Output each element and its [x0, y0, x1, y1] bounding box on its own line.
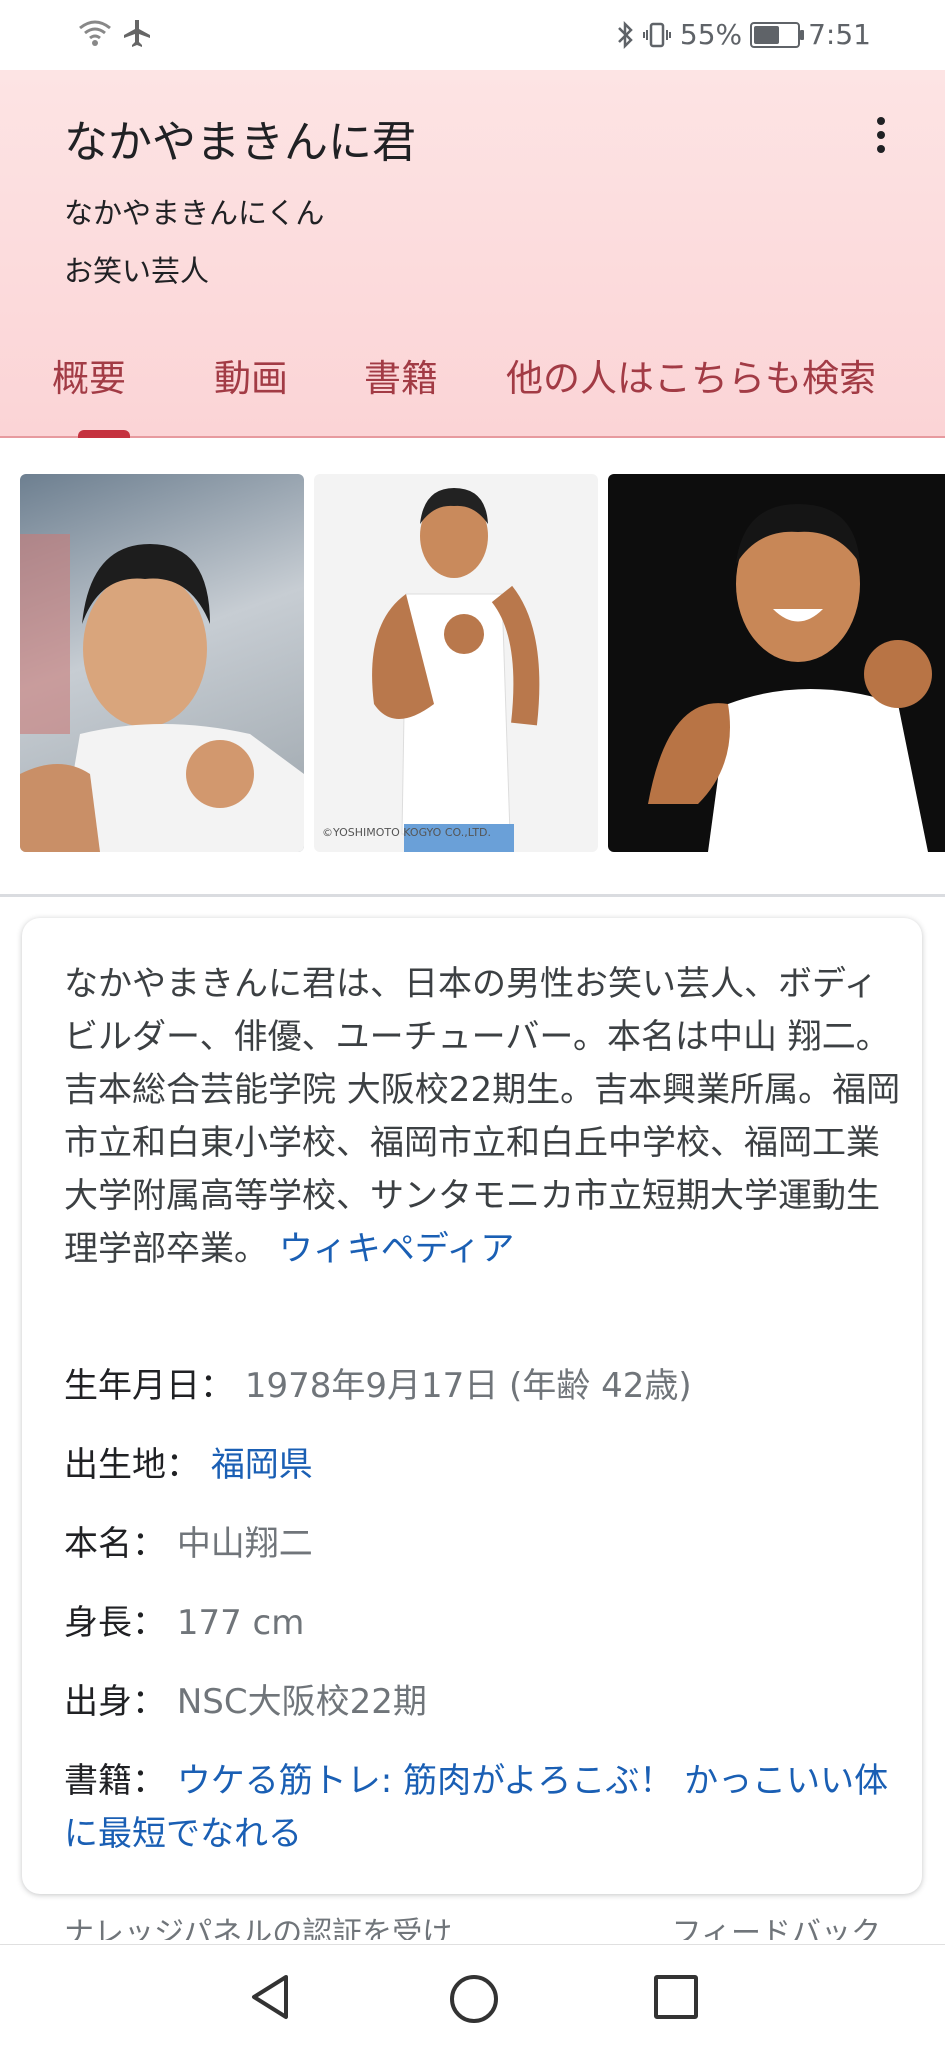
photo-watermark: ©YOSHIMOTO KOGYO CO.,LTD. — [322, 826, 491, 839]
fact-key: 書籍 — [64, 1761, 132, 1801]
status-right: 55% 7:51 — [616, 18, 871, 51]
fact-key: 出身 — [64, 1682, 132, 1722]
photo-3-image — [648, 504, 932, 852]
claim-panel-link[interactable]: ナレッジパネルの認証を受け — [64, 1908, 452, 1940]
tab-overview[interactable]: 概要 — [52, 332, 164, 438]
fact-key: 本名 — [64, 1524, 132, 1564]
fact-separator: ： — [166, 1445, 200, 1485]
clock: 7:51 — [808, 18, 871, 51]
tab-bar: 概要 動画 書籍 他の人はこちらも検索 — [0, 332, 945, 438]
status-bar: 55% 7:51 — [0, 0, 945, 70]
tab-label: 概要 — [52, 357, 126, 400]
fact-separator: ： — [132, 1682, 166, 1722]
fact-value: 1978年9月17日 (年齢 42歳) — [244, 1366, 692, 1406]
system-nav-bar — [0, 1944, 945, 2049]
vibrate-icon — [642, 22, 671, 47]
fact-value-link[interactable]: ウケる筋トレ: 筋肉がよろこぶ！ かっこいい体に最短でなれる — [64, 1761, 888, 1854]
photo-3[interactable] — [608, 474, 945, 852]
battery-icon — [750, 21, 805, 48]
fact-value: 177 cm — [176, 1603, 305, 1643]
fact-separator: ： — [132, 1761, 166, 1801]
fact-height: 身長： 177 cm — [64, 1597, 904, 1650]
description-text: なかやまきんに君は、日本の男性お笑い芸人、ボディビルダー、俳優、ユーチューバー。… — [64, 964, 901, 1269]
fact-value: 中山翔二 — [176, 1524, 313, 1564]
entity-reading: なかやまきんにくん — [64, 196, 325, 230]
entity-title: なかやまきんに君 — [64, 117, 416, 168]
fact-key: 生年月日 — [64, 1366, 200, 1406]
fact-value: NSC大阪校22期 — [176, 1682, 427, 1722]
feedback-link[interactable]: フィードバック — [672, 1908, 881, 1940]
image-carousel[interactable]: ©YOSHIMOTO KOGYO CO.,LTD. — [0, 474, 945, 854]
fact-key: 出生地 — [64, 1445, 166, 1485]
fact-origin: 出身： NSC大阪校22期 — [64, 1676, 904, 1729]
tab-label: 動画 — [214, 357, 288, 400]
more-options-icon[interactable] — [869, 114, 893, 162]
wikipedia-link[interactable]: ウィキペディア — [279, 1229, 515, 1269]
fact-real-name: 本名： 中山翔二 — [64, 1518, 904, 1571]
back-icon[interactable] — [248, 1973, 292, 2021]
tab-active-indicator — [78, 430, 130, 438]
fact-separator: ： — [132, 1603, 166, 1643]
photo-2-image: ©YOSHIMOTO KOGYO CO.,LTD. — [322, 488, 540, 852]
tab-label: 他の人はこちらも検索 — [506, 357, 876, 400]
wifi-icon — [79, 20, 111, 46]
airplane-icon — [124, 20, 150, 47]
bluetooth-icon — [617, 20, 633, 49]
recent-apps-icon[interactable] — [654, 1975, 698, 2019]
tab-books[interactable]: 書籍 — [364, 332, 454, 436]
home-icon[interactable] — [450, 1975, 498, 2023]
entity-category: お笑い芸人 — [64, 254, 210, 288]
fact-birthplace: 出生地： 福岡県 — [64, 1439, 904, 1492]
fact-books: 書籍： ウケる筋トレ: 筋肉がよろこぶ！ かっこいい体に最短でなれる — [64, 1755, 904, 1861]
fact-separator: ： — [132, 1524, 166, 1564]
photo-1[interactable] — [20, 474, 304, 852]
battery-percent: 55% — [679, 18, 743, 51]
tab-label: 書籍 — [364, 357, 438, 400]
entity-description: なかやまきんに君は、日本の男性お笑い芸人、ボディビルダー、俳優、ユーチューバー。… — [64, 958, 902, 1276]
fact-birthdate: 生年月日： 1978年9月17日 (年齢 42歳) — [64, 1360, 904, 1413]
fact-separator: ： — [200, 1366, 234, 1406]
section-divider — [0, 894, 945, 897]
tab-related-searches[interactable]: 他の人はこちらも検索 — [506, 332, 926, 436]
info-card: なかやまきんに君は、日本の男性お笑い芸人、ボディビルダー、俳優、ユーチューバー。… — [22, 918, 922, 1894]
status-left — [78, 18, 152, 48]
tab-videos[interactable]: 動画 — [214, 332, 304, 436]
fact-key: 身長 — [64, 1603, 132, 1643]
photo-1-image — [20, 534, 304, 852]
photo-2[interactable]: ©YOSHIMOTO KOGYO CO.,LTD. — [314, 474, 598, 852]
knowledge-panel-header: なかやまきんに君 なかやまきんにくん お笑い芸人 概要 動画 書籍 他の人はこち… — [0, 70, 945, 438]
panel-footer: ナレッジパネルの認証を受け フィードバック — [0, 1904, 945, 1940]
fact-value-link[interactable]: 福岡県 — [211, 1445, 313, 1485]
